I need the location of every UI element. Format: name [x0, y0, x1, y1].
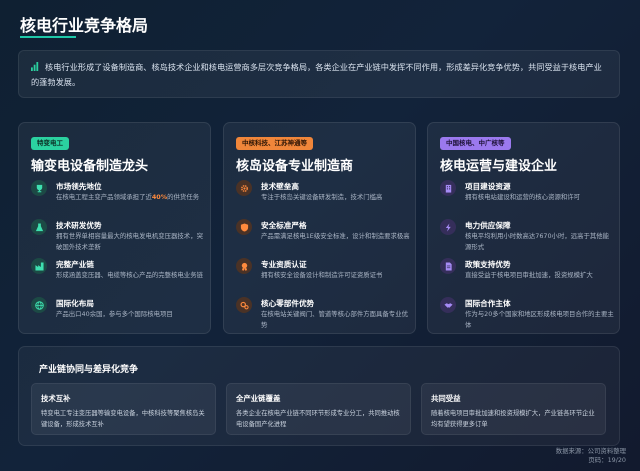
item-desc: 在核电工程主变产品领域承担了近40%的供货任务 [56, 193, 200, 201]
data-source: 数据来源：公司资料整理 [555, 447, 626, 455]
card-title: 核岛设备专业制造商 [236, 159, 354, 174]
document-icon [440, 258, 456, 274]
page-title: 核电行业竞争格局 [20, 16, 149, 35]
list-item: 专业资质认证 拥有核安全设备设计和制造许可证资质证书 [236, 258, 408, 296]
gear-icon [236, 180, 252, 196]
item-title: 核心零部件优势 [261, 299, 315, 308]
item-desc: 作为与20多个国家和地区形成核电项目合作的主要主体 [465, 310, 614, 329]
card-tag: 中国核电、中广核等 [440, 137, 511, 150]
list-item: 电力供应保障 核电平均利用小时数高达7670小时，远高于其他能源形式 [440, 219, 612, 257]
list-item: 市场领先地位 在核电工程主变产品领域承担了近40%的供货任务 [31, 180, 203, 218]
card-transformer-equipment: 特变电工 输变电设备制造龙头 市场领先地位 在核电工程主变产品领域承担了近40%… [18, 122, 211, 334]
factory-icon [31, 258, 47, 274]
synergy-block-desc: 随着核电项目审批加速和投资规模扩大，产业链各环节企业均有望获得更多订单 [431, 410, 595, 428]
shield-icon [236, 219, 252, 235]
item-title: 电力供应保障 [465, 221, 511, 230]
card-title: 核电运营与建设企业 [440, 159, 558, 174]
page-footer: 数据来源：公司资料整理 页码：19/20 [556, 447, 626, 465]
trophy-icon [31, 180, 47, 196]
synergy-title: 产业链协同与差异化竞争 [39, 365, 139, 375]
title-underline [20, 36, 76, 38]
synergy-block-chain: 全产业链覆盖 各类企业在核电产业链不同环节形成专业分工，共同推动核电设备国产化进… [226, 383, 411, 435]
item-desc: 拥有世界单相容量最大的核电发电机变压器技术，突破国外技术垄断 [56, 232, 203, 251]
synergy-block-benefit: 共同受益 随着核电项目审批加速和投资规模扩大，产业链各环节企业均有望获得更多订单 [421, 383, 606, 435]
bolt-icon [440, 219, 456, 235]
item-desc: 在核电站关键阀门、管道等核心部件方面具备专业优势 [261, 310, 408, 329]
intro-panel: 核电行业形成了设备制造商、核岛技术企业和核电运营商多层次竞争格局，各类企业在产业… [18, 50, 620, 98]
item-title: 安全标准严格 [261, 221, 307, 230]
card-operation-construction: 中国核电、中广核等 核电运营与建设企业 项目建设资源 拥有核电站建设和运营的核心… [427, 122, 620, 334]
certificate-icon [236, 258, 252, 274]
intro-text: 核电行业形成了设备制造商、核岛技术企业和核电运营商多层次竞争格局，各类企业在产业… [31, 62, 602, 87]
flask-icon [31, 219, 47, 235]
synergy-panel: 产业链协同与差异化竞争 技术互补 特变电工专注变压器等输变电设备，中核科技等聚焦… [18, 346, 620, 446]
building-icon [440, 180, 456, 196]
item-desc: 拥有核安全设备设计和制造许可证资质证书 [261, 271, 383, 279]
synergy-block-title: 共同受益 [431, 394, 461, 403]
card-tag: 特变电工 [31, 137, 69, 150]
synergy-block-title: 全产业链覆盖 [236, 394, 281, 403]
item-title: 完整产业链 [56, 260, 94, 269]
list-item: 技术研发优势 拥有世界单相容量最大的核电发电机变压器技术，突破国外技术垄断 [31, 219, 203, 257]
synergy-block-desc: 各类企业在核电产业链不同环节形成专业分工，共同推动核电设备国产化进程 [236, 410, 400, 428]
list-item: 技术壁垒高 专注于核岛关键设备研发制造，技术门槛高 [236, 180, 408, 218]
highlight-value: 40% [151, 193, 168, 201]
handshake-icon [440, 297, 456, 313]
synergy-block-tech: 技术互补 特变电工专注变压器等输变电设备，中核科技等聚焦核岛关键设备，形成技术互… [31, 383, 216, 435]
chart-icon [31, 62, 39, 71]
list-item: 核心零部件优势 在核电站关键阀门、管道等核心部件方面具备专业优势 [236, 297, 408, 335]
globe-icon [31, 297, 47, 313]
item-title: 国际化布局 [56, 299, 94, 308]
item-desc: 形成涵盖变压器、电缆等核心产品的完整核电业务链 [56, 271, 203, 279]
item-title: 市场领先地位 [56, 182, 102, 191]
item-desc: 产品需满足核电1E级安全标准，设计和制造要求极高 [261, 232, 410, 240]
page-number: 页码：19/20 [588, 456, 626, 464]
synergy-block-desc: 特变电工专注变压器等输变电设备，中核科技等聚焦核岛关键设备，形成技术互补 [41, 410, 205, 428]
synergy-block-title: 技术互补 [41, 394, 71, 403]
item-title: 技术研发优势 [56, 221, 102, 230]
list-item: 国际合作主体 作为与20多个国家和地区形成核电项目合作的主要主体 [440, 297, 614, 335]
list-item: 政策支持优势 直接受益于核电项目审批加速，投资规模扩大 [440, 258, 612, 296]
item-title: 技术壁垒高 [261, 182, 299, 191]
item-title: 项目建设资源 [465, 182, 511, 191]
item-desc: 直接受益于核电项目审批加速，投资规模扩大 [465, 271, 593, 279]
item-desc: 拥有核电站建设和运营的核心资源和许可 [465, 193, 581, 201]
card-nuclear-island-equipment: 中核科技、江苏神通等 核岛设备专业制造商 技术壁垒高 专注于核岛关键设备研发制造… [223, 122, 416, 334]
item-desc: 产品出口40余国，参与多个国际核电项目 [56, 310, 173, 318]
list-item: 安全标准严格 产品需满足核电1E级安全标准，设计和制造要求极高 [236, 219, 410, 257]
item-title: 国际合作主体 [465, 299, 511, 308]
card-title: 输变电设备制造龙头 [31, 159, 149, 174]
item-desc: 核电平均利用小时数高达7670小时，远高于其他能源形式 [465, 232, 610, 251]
card-tag: 中核科技、江苏神通等 [236, 137, 313, 150]
item-desc: 专注于核岛关键设备研发制造，技术门槛高 [261, 193, 383, 201]
list-item: 国际化布局 产品出口40余国，参与多个国际核电项目 [31, 297, 203, 335]
cogs-icon [236, 297, 252, 313]
list-item: 完整产业链 形成涵盖变压器、电缆等核心产品的完整核电业务链 [31, 258, 203, 296]
list-item: 项目建设资源 拥有核电站建设和运营的核心资源和许可 [440, 180, 612, 218]
item-title: 政策支持优势 [465, 260, 511, 269]
item-title: 专业资质认证 [261, 260, 307, 269]
